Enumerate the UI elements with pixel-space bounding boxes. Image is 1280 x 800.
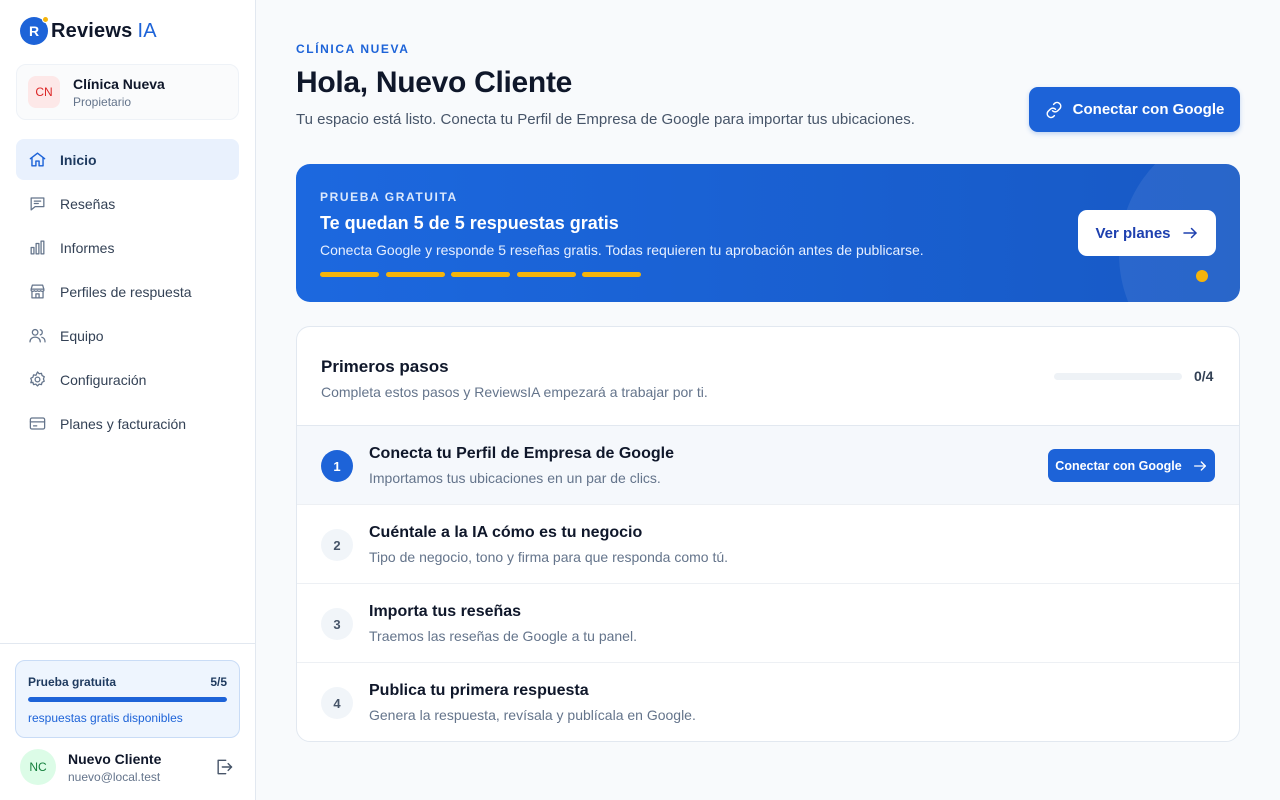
logo-dot [42,16,49,23]
steps-progress-bar [1054,373,1182,380]
sidebar-item-perfiles[interactable]: Perfiles de respuesta [16,271,239,312]
step-title: Publica tu primera respuesta [369,682,589,699]
step-subtitle: Importamos tus ubicaciones en un par de … [369,470,661,486]
step-title: Cuéntale a la IA cómo es tu negocio [369,524,643,541]
step-number: 4 [321,687,353,719]
banner-dot [1196,270,1208,282]
home-icon [27,150,47,170]
trial-label: Prueba gratuita [28,675,117,689]
trial-count: 5/5 [210,675,227,689]
org-switcher[interactable]: CN Clínica Nueva Propietario [16,64,239,120]
logo-name: Reviews [51,19,133,42]
sidebar-item-label: Informes [60,239,115,256]
banner-progress-segment [516,272,576,277]
sidebar-nav: Inicio Reseñas Informes Perfiles de resp… [16,139,239,447]
trial-subtitle: respuestas gratis disponibles [28,711,183,725]
steps-count: 0/4 [1194,368,1214,384]
trial-banner: PRUEBA GRATUITA Te quedan 5 de 5 respues… [296,164,1240,302]
org-avatar: CN [28,76,60,108]
logo-text: Reviews IA [51,20,157,43]
sidebar-footer: Prueba gratuita 5/5 respuestas gratis di… [0,643,255,800]
sidebar-item-label: Inicio [60,151,97,168]
sidebar-item-informes[interactable]: Informes [16,227,239,268]
step-item[interactable]: 4 Publica tu primera respuesta Genera la… [297,663,1239,741]
bar-chart-icon [27,238,47,258]
page-title: Hola, Nuevo Cliente [296,66,573,99]
banner-title: Te quedan 5 de 5 respuestas gratis [320,213,619,233]
user-email: nuevo@local.test [68,769,161,784]
banner-progress-segment [385,272,445,277]
banner-progress-segments [320,272,648,277]
sidebar-item-label: Equipo [60,327,104,344]
step-title: Importa tus reseñas [369,603,522,620]
arrow-right-icon [1182,227,1197,239]
step-item[interactable]: 3 Importa tus reseñas Traemos las reseña… [297,584,1239,663]
step-item[interactable]: 1 Conecta tu Perfil de Empresa de Google… [297,426,1239,505]
user-profile: NC Nuevo Cliente nuevo@local.test [20,749,235,785]
step-title: Conecta tu Perfil de Empresa de Google [369,445,674,462]
steps-title: Primeros pasos [321,357,449,376]
message-icon [27,194,47,214]
logo-accent: IA [137,19,157,42]
store-icon [27,282,47,302]
step-number: 1 [321,450,353,482]
banner-progress-segment [451,272,510,277]
step-subtitle: Genera la respuesta, revísala y publícal… [369,707,696,723]
step-subtitle: Traemos las reseñas de Google a tu panel… [369,628,637,644]
sidebar-item-label: Planes y facturación [60,415,187,432]
step-connect-label: Conectar con Google [1055,458,1182,473]
sidebar-item-planes[interactable]: Planes y facturación [16,403,239,444]
banner-subtitle: Conecta Google y responde 5 reseñas grat… [320,242,924,258]
credit-card-icon [27,414,47,434]
steps-subtitle: Completa estos pasos y ReviewsIA empezar… [321,384,708,400]
connect-google-button[interactable]: Conectar con Google [1029,87,1240,132]
trial-progress-bar [28,697,227,702]
logout-button[interactable] [213,756,235,778]
step-subtitle: Tipo de negocio, tono y firma para que r… [369,549,729,565]
link-icon [1046,101,1062,118]
view-plans-button[interactable]: Ver planes [1078,210,1216,256]
banner-progress-segment [320,272,379,277]
step-number: 3 [321,608,353,640]
arrow-right-icon [1193,460,1206,471]
step-connect-google-button[interactable]: Conectar con Google [1048,449,1215,482]
gear-icon [27,370,47,390]
banner-eyebrow: PRUEBA GRATUITA [320,190,458,204]
logo-mark: R [20,16,49,45]
step-number: 2 [321,529,353,561]
onboarding-steps: Primeros pasos Completa estos pasos y Re… [296,326,1240,742]
avatar[interactable]: NC [20,749,56,785]
logo[interactable]: R Reviews IA [20,16,157,45]
banner-progress-segment [582,272,641,277]
user-name: Nuevo Cliente [68,750,162,767]
logout-icon [217,759,233,775]
sidebar-item-equipo[interactable]: Equipo [16,315,239,356]
steps-header: Primeros pasos Completa estos pasos y Re… [297,327,1239,426]
org-name: Clínica Nueva [73,75,165,92]
view-plans-label: Ver planes [1095,224,1171,242]
sidebar-item-resenas[interactable]: Reseñas [16,183,239,224]
page-eyebrow: CLÍNICA NUEVA [296,42,410,56]
sidebar-item-label: Reseñas [60,195,116,212]
users-icon [27,326,47,346]
org-role: Propietario [73,94,132,109]
sidebar: R Reviews IA CN Clínica Nueva Propietario… [0,0,256,800]
connect-google-label: Conectar con Google [1072,101,1225,118]
page-subtitle: Tu espacio está listo. Conecta tu Perfil… [296,111,915,128]
logo-mark-letter: R [28,23,40,39]
sidebar-item-inicio[interactable]: Inicio [16,139,239,180]
sidebar-item-label: Configuración [60,371,147,388]
sidebar-item-configuracion[interactable]: Configuración [16,359,239,400]
trial-status-card[interactable]: Prueba gratuita 5/5 respuestas gratis di… [15,660,240,738]
sidebar-item-label: Perfiles de respuesta [60,283,192,300]
trial-progress-fill [28,697,227,702]
step-item[interactable]: 2 Cuéntale a la IA cómo es tu negocio Ti… [297,505,1239,584]
